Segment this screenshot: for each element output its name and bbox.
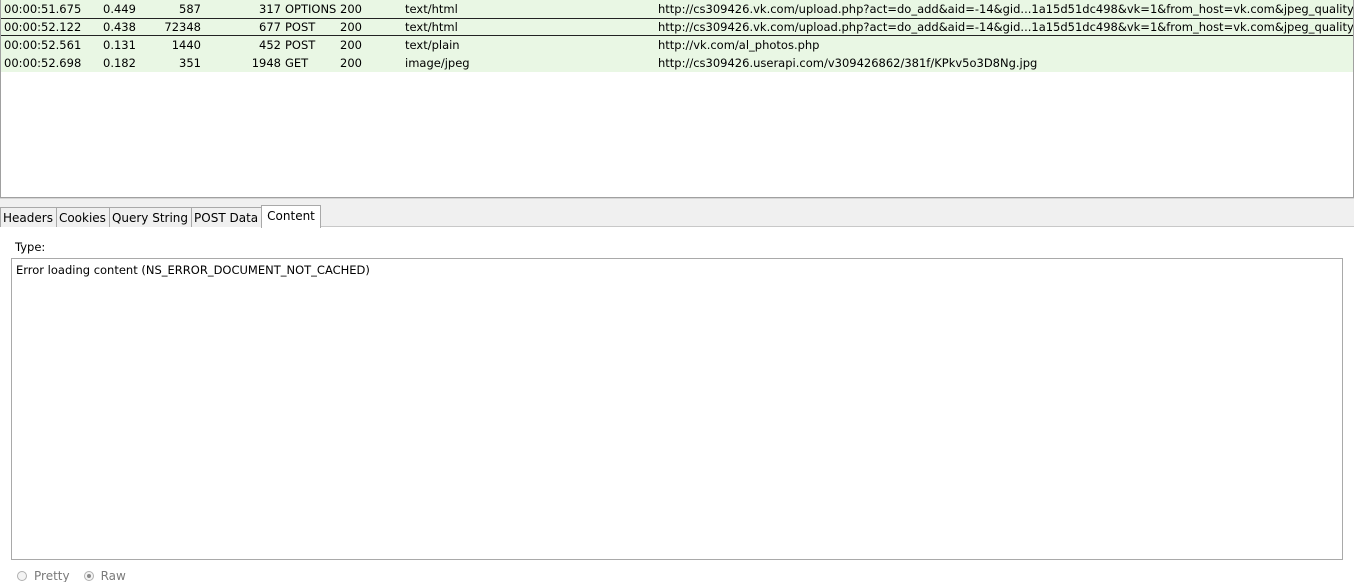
request-received-bytes: 677 — [259, 20, 281, 34]
request-status: 200 — [340, 2, 362, 16]
request-status: 200 — [340, 20, 362, 34]
request-row-selected[interactable]: 00:00:52.122 0.438 72348 677 POST 200 te… — [1, 18, 1353, 36]
request-sent-bytes: 1440 — [171, 38, 201, 52]
request-method: GET — [285, 56, 309, 70]
request-url: http://cs309426.vk.com/upload.php?act=do… — [658, 20, 1354, 34]
tab-headers[interactable]: Headers — [0, 207, 57, 228]
content-body[interactable]: Error loading content (NS_ERROR_DOCUMENT… — [11, 258, 1343, 560]
request-content-type: text/html — [405, 2, 458, 16]
request-row[interactable]: 00:00:52.698 0.182 351 1948 GET 200 imag… — [1, 54, 1353, 72]
request-url: http://cs309426.userapi.com/v309426862/3… — [658, 56, 1038, 70]
raw-radio[interactable] — [83, 571, 94, 581]
content-type-label: Type: — [15, 240, 46, 254]
detail-tabs: Headers Cookies Query String POST Data C… — [0, 205, 321, 228]
request-status: 200 — [340, 38, 362, 52]
view-mode-options: Pretty Raw — [17, 568, 140, 582]
tab-content[interactable]: Content — [261, 205, 321, 228]
request-method: POST — [285, 38, 316, 52]
request-sent-bytes: 351 — [179, 56, 201, 70]
request-time: 00:00:52.698 — [4, 56, 82, 70]
tab-post-data[interactable]: POST Data — [191, 207, 263, 228]
request-received-bytes: 317 — [259, 2, 281, 16]
raw-label: Raw — [100, 569, 126, 582]
request-sent-bytes: 587 — [179, 2, 201, 16]
request-row[interactable]: 00:00:51.675 0.449 587 317 OPTIONS 200 t… — [1, 0, 1353, 18]
pretty-radio[interactable] — [17, 571, 27, 581]
pretty-label: Pretty — [34, 569, 70, 582]
tab-query-string[interactable]: Query String — [108, 207, 193, 228]
request-status: 200 — [340, 56, 362, 70]
request-content-type: image/jpeg — [405, 56, 470, 70]
pretty-option[interactable]: Pretty — [17, 569, 70, 582]
request-time: 00:00:52.561 — [4, 38, 82, 52]
request-list[interactable]: 00:00:51.675 0.449 587 317 OPTIONS 200 t… — [0, 0, 1354, 198]
content-panel: Type: Error loading content (NS_ERROR_DO… — [0, 227, 1354, 582]
tab-cookies[interactable]: Cookies — [55, 207, 110, 228]
request-content-type: text/html — [405, 20, 458, 34]
request-url: http://cs309426.vk.com/upload.php?act=do… — [658, 2, 1354, 16]
request-sent-bytes: 72348 — [164, 20, 201, 34]
request-received-bytes: 452 — [259, 38, 281, 52]
request-row[interactable]: 00:00:52.561 0.131 1440 452 POST 200 tex… — [1, 36, 1353, 54]
request-url: http://vk.com/al_photos.php — [658, 38, 820, 52]
request-content-type: text/plain — [405, 38, 460, 52]
request-received-bytes: 1948 — [251, 56, 281, 70]
request-method: OPTIONS — [285, 2, 337, 16]
request-method: POST — [285, 20, 316, 34]
request-time: 00:00:52.122 — [4, 20, 82, 34]
request-time: 00:00:51.675 — [4, 2, 82, 16]
raw-option[interactable]: Raw — [83, 569, 126, 582]
http-request-viewer: 00:00:51.675 0.449 587 317 OPTIONS 200 t… — [0, 0, 1354, 582]
content-error-message: Error loading content (NS_ERROR_DOCUMENT… — [16, 263, 370, 277]
